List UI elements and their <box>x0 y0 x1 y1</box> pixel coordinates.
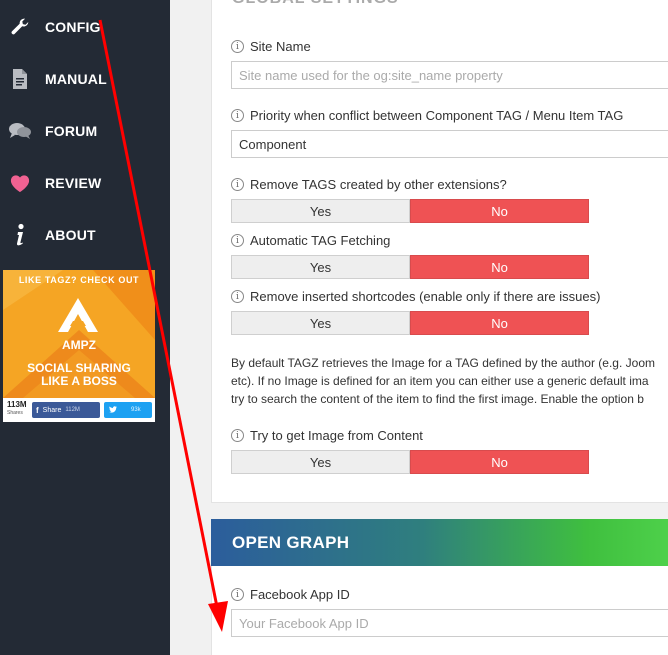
site-name-label: i Site Name <box>231 39 311 54</box>
ad-share-count-value: 113M <box>7 400 27 409</box>
auto-fetch-yes-button[interactable]: Yes <box>231 255 410 279</box>
image-from-content-label-text: Try to get Image from Content <box>250 428 423 443</box>
image-from-content-label: i Try to get Image from Content <box>231 428 423 443</box>
auto-fetch-label: i Automatic TAG Fetching <box>231 233 390 248</box>
auto-fetch-no-button[interactable]: No <box>410 255 589 279</box>
info-icon[interactable]: i <box>231 178 244 191</box>
info-icon <box>8 223 32 247</box>
facebook-share-button[interactable]: f Share 112M <box>32 402 100 418</box>
priority-label: i Priority when conflict between Compone… <box>231 108 623 123</box>
description-line: try to search the content of the item to… <box>231 392 644 406</box>
ampz-logo <box>58 298 98 332</box>
priority-select[interactable]: Component <box>231 130 668 158</box>
info-icon[interactable]: i <box>231 40 244 53</box>
remove-shortcodes-toggle: Yes No <box>231 311 589 335</box>
image-from-content-no-button[interactable]: No <box>410 450 589 474</box>
chat-bubbles-icon <box>8 119 32 143</box>
ad-share-count: 113M Shares <box>7 400 27 418</box>
wrench-icon <box>8 15 32 39</box>
image-from-content-yes-button[interactable]: Yes <box>231 450 410 474</box>
info-icon[interactable]: i <box>231 290 244 303</box>
remove-shortcodes-label: i Remove inserted shortcodes (enable onl… <box>231 289 600 304</box>
remove-tags-toggle: Yes No <box>231 199 589 223</box>
global-settings-title: GLOBAL SETTINGS <box>232 0 399 8</box>
twitter-icon <box>109 405 117 415</box>
document-icon <box>8 67 32 91</box>
description-line: etc). If no Image is defined for an item… <box>231 374 649 388</box>
info-icon[interactable]: i <box>231 429 244 442</box>
remove-shortcodes-yes-button[interactable]: Yes <box>231 311 410 335</box>
facebook-app-id-input[interactable] <box>231 609 668 637</box>
info-icon[interactable]: i <box>231 588 244 601</box>
ad-share-count-label: Shares <box>7 410 23 416</box>
heart-icon <box>8 171 32 195</box>
sidebar-item-manual[interactable]: MANUAL <box>0 53 170 105</box>
site-name-label-text: Site Name <box>250 39 311 54</box>
ad-share-bar: 113M Shares f Share 112M 93k <box>3 398 155 422</box>
sidebar-item-forum[interactable]: FORUM <box>0 105 170 157</box>
remove-shortcodes-no-button[interactable]: No <box>410 311 589 335</box>
sidebar: CONFIG MANUAL FORUM REVIEW ABOUT LIKE TA… <box>0 0 170 655</box>
sidebar-item-label: ABOUT <box>45 227 96 243</box>
info-icon[interactable]: i <box>231 234 244 247</box>
sidebar-item-label: MANUAL <box>45 71 107 87</box>
open-graph-title: OPEN GRAPH <box>232 533 350 552</box>
description-line: By default TAGZ retrieves the Image for … <box>231 356 655 370</box>
facebook-share-count: 112M <box>65 407 80 413</box>
facebook-app-id-label: i Facebook App ID <box>231 587 350 602</box>
ad-tagline: LIKE A BOSS <box>41 374 117 388</box>
auto-fetch-label-text: Automatic TAG Fetching <box>250 233 391 248</box>
remove-tags-label: i Remove TAGS created by other extension… <box>231 177 507 192</box>
remove-tags-no-button[interactable]: No <box>410 199 589 223</box>
remove-tags-label-text: Remove TAGS created by other extensions? <box>250 177 507 192</box>
ampz-ad-banner[interactable]: LIKE TAGZ? CHECK OUT AMPZ SOCIAL SHARING… <box>3 270 155 422</box>
ad-headline: LIKE TAGZ? CHECK OUT <box>18 275 140 285</box>
twitter-share-button[interactable]: 93k <box>104 402 152 418</box>
sidebar-item-label: REVIEW <box>45 175 102 191</box>
twitter-share-count: 93k <box>131 407 141 413</box>
sidebar-item-config[interactable]: CONFIG <box>0 1 170 53</box>
remove-tags-yes-button[interactable]: Yes <box>231 199 410 223</box>
facebook-app-id-label-text: Facebook App ID <box>250 587 350 602</box>
sidebar-item-label: FORUM <box>45 123 98 139</box>
ad-brand: AMPZ <box>62 338 96 352</box>
ad-tagline: SOCIAL SHARING <box>27 361 131 375</box>
sidebar-item-label: CONFIG <box>45 19 101 35</box>
facebook-icon: f <box>36 405 39 415</box>
sidebar-item-about[interactable]: ABOUT <box>0 209 170 261</box>
image-description: By default TAGZ retrieves the Image for … <box>231 354 668 408</box>
info-icon[interactable]: i <box>231 109 244 122</box>
image-from-content-toggle: Yes No <box>231 450 589 474</box>
facebook-share-label: Share <box>42 406 62 414</box>
remove-shortcodes-label-text: Remove inserted shortcodes (enable only … <box>250 289 601 304</box>
priority-label-text: Priority when conflict between Component… <box>250 108 624 123</box>
sidebar-item-review[interactable]: REVIEW <box>0 157 170 209</box>
auto-fetch-toggle: Yes No <box>231 255 589 279</box>
site-name-input[interactable] <box>231 61 668 89</box>
